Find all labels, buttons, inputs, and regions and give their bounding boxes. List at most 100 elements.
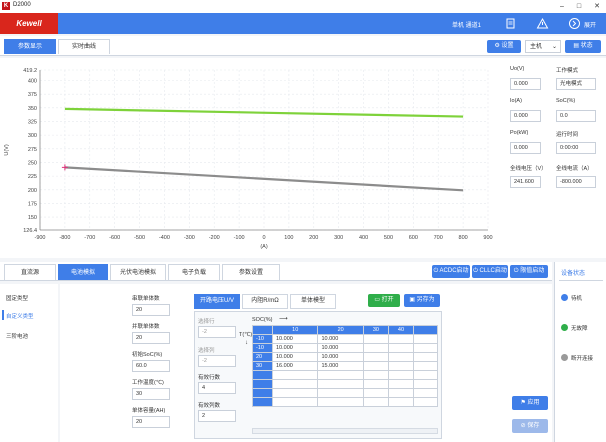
tab-param-settings[interactable]: 参数设置: [222, 264, 280, 280]
table-cell[interactable]: [413, 370, 438, 380]
close-button[interactable]: ✕: [589, 1, 605, 12]
table-row-header[interactable]: -10: [252, 343, 273, 353]
row-count-input[interactable]: 4: [198, 382, 236, 394]
table-cell[interactable]: [387, 334, 415, 344]
select-col-input[interactable]: -2: [198, 355, 236, 367]
minimize-button[interactable]: –: [554, 1, 570, 12]
table-cell[interactable]: 10.000: [317, 352, 364, 362]
tab-param-display[interactable]: 参数显示: [4, 39, 56, 54]
expand-icon[interactable]: [568, 17, 581, 30]
open-button[interactable]: ▭ 打开: [368, 294, 400, 307]
tab-internal-resistance[interactable]: 内阻R/mΩ: [242, 294, 288, 309]
tab-ocv[interactable]: 开路电压U/V: [194, 294, 240, 309]
table-col-header[interactable]: 40: [387, 325, 415, 335]
tab-realtime-curve[interactable]: 实时曲线: [58, 39, 110, 54]
table-cell[interactable]: [413, 397, 438, 407]
x-tick-label: 100: [284, 235, 293, 241]
table-cell[interactable]: [362, 370, 389, 380]
tab-battery-sim[interactable]: 电池模拟: [58, 264, 108, 280]
nav-third-order[interactable]: 三阶电池: [6, 332, 28, 340]
settings-button[interactable]: ⚙ 设置: [487, 40, 521, 53]
col-count-input[interactable]: 2: [198, 410, 236, 422]
tab-dc-source[interactable]: 直流源: [4, 264, 56, 280]
tab-pv-sim[interactable]: 光伏电池模拟: [110, 264, 166, 280]
status-button[interactable]: ▤ 状态: [565, 40, 601, 53]
standby-label: 待机: [571, 296, 583, 302]
table-cell[interactable]: [387, 388, 415, 398]
host-select[interactable]: 主机 ⌄: [525, 40, 561, 53]
table-cell[interactable]: [387, 370, 415, 380]
apply-button[interactable]: ⚑ 应用: [512, 396, 548, 410]
series-count-input[interactable]: 20: [132, 304, 170, 316]
table-cell[interactable]: [413, 388, 438, 398]
acdc-start-button[interactable]: ⏻ ACDC启动: [432, 265, 470, 278]
table-cell[interactable]: [362, 343, 389, 353]
table-cell[interactable]: [317, 388, 364, 398]
tab-cell-model[interactable]: 单体模型: [290, 294, 336, 309]
x-tick-label: -400: [159, 235, 170, 241]
restore-button[interactable]: □: [571, 1, 587, 12]
select-row-input[interactable]: -2: [198, 326, 236, 338]
table-cell[interactable]: [271, 388, 319, 398]
cell-capacity-input[interactable]: 20: [132, 416, 170, 428]
table-cell[interactable]: [387, 397, 415, 407]
expand-label[interactable]: 展开: [584, 20, 596, 29]
table-cell[interactable]: [362, 397, 389, 407]
table-cell[interactable]: 10.000: [317, 334, 364, 344]
table-cell[interactable]: 10.000: [271, 334, 319, 344]
table-row-header[interactable]: [252, 397, 273, 407]
table-cell[interactable]: [413, 334, 438, 344]
x-tick-label: -800: [59, 235, 70, 241]
table-col-header[interactable]: 30: [362, 325, 389, 335]
save-as-button[interactable]: ▣ 另存为: [404, 294, 440, 307]
table-col-header[interactable]: 20: [317, 325, 364, 335]
series-count-label: 串联单体数: [132, 296, 160, 302]
table-cell[interactable]: [362, 388, 389, 398]
table-cell[interactable]: [413, 352, 438, 362]
table-row-header[interactable]: [252, 379, 273, 389]
table-cell[interactable]: [362, 361, 389, 371]
table-cell[interactable]: [362, 334, 389, 344]
table-cell[interactable]: [413, 343, 438, 353]
table-cell[interactable]: 10.000: [271, 343, 319, 353]
table-cell[interactable]: 16.000: [271, 361, 319, 371]
table-cell[interactable]: 10.000: [271, 352, 319, 362]
table-cell[interactable]: [387, 361, 415, 371]
table-row-header[interactable]: [252, 388, 273, 398]
table-cell[interactable]: [271, 397, 319, 407]
nav-custom-type[interactable]: 自定义类型: [6, 312, 34, 320]
parallel-count-input[interactable]: 20: [132, 332, 170, 344]
save-button[interactable]: ⊘ 保存: [512, 419, 548, 433]
limit-start-button[interactable]: ⏻ 限值启动: [510, 265, 548, 278]
tab-electronic-load[interactable]: 电子负载: [168, 264, 220, 280]
table-cell[interactable]: 15.000: [317, 361, 364, 371]
cllc-start-button[interactable]: ⏻ CLLC启动: [472, 265, 508, 278]
table-col-header[interactable]: 10: [271, 325, 319, 335]
table-cell[interactable]: [387, 352, 415, 362]
table-cell[interactable]: 10.000: [317, 343, 364, 353]
table-cell[interactable]: [317, 379, 364, 389]
table-row: 20 10.000 10.000: [252, 352, 438, 362]
table-row-header[interactable]: 30: [252, 361, 273, 371]
table-cell[interactable]: [271, 379, 319, 389]
table-cell[interactable]: [271, 370, 319, 380]
table-cell[interactable]: [413, 379, 438, 389]
x-tick-label: 400: [359, 235, 368, 241]
table-row-header[interactable]: -10: [252, 334, 273, 344]
table-cell[interactable]: [317, 370, 364, 380]
document-icon[interactable]: [504, 17, 517, 30]
nav-fixed-type[interactable]: 固定类型: [6, 294, 28, 302]
table-cell[interactable]: [362, 352, 389, 362]
table-cell[interactable]: [387, 379, 415, 389]
table-row-header[interactable]: [252, 370, 273, 380]
table-scrollbar[interactable]: [252, 428, 438, 434]
table-cell[interactable]: [387, 343, 415, 353]
warning-icon[interactable]: [536, 17, 549, 30]
init-soc-input[interactable]: 60.0: [132, 360, 170, 372]
table-cell[interactable]: [413, 361, 438, 371]
work-temp-input[interactable]: 30: [132, 388, 170, 400]
table-cell[interactable]: [317, 397, 364, 407]
table-row-header[interactable]: 20: [252, 352, 273, 362]
bat-current-value: -800.000: [556, 176, 596, 188]
table-cell[interactable]: [362, 379, 389, 389]
